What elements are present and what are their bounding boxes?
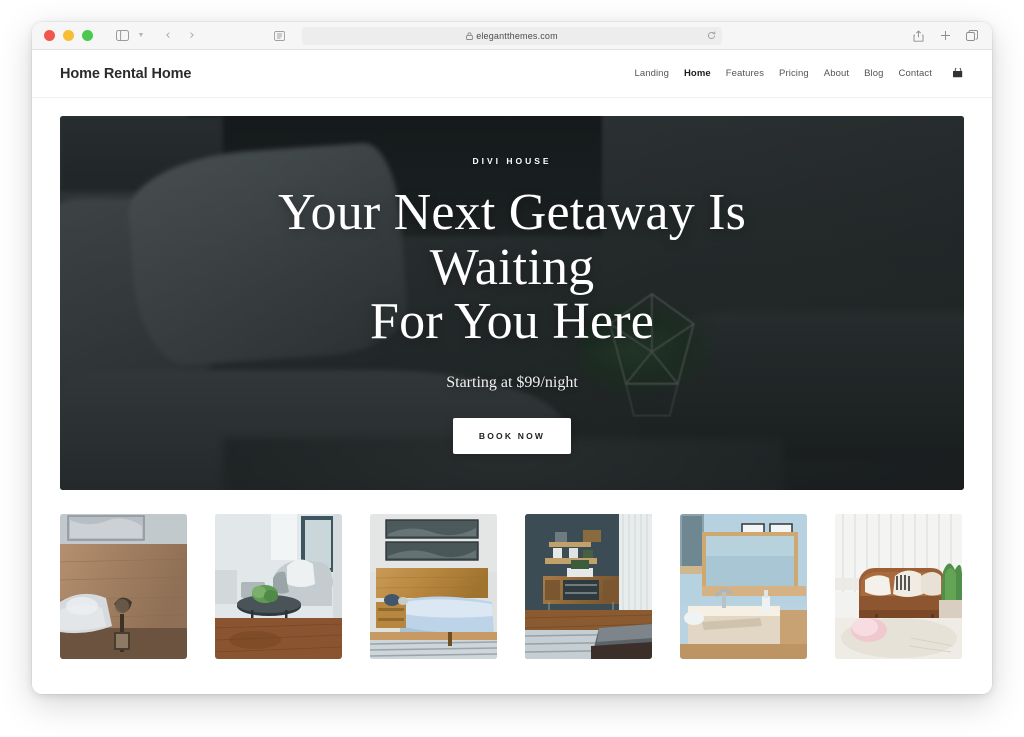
plus-icon[interactable]	[937, 26, 953, 46]
hero-subtitle: Starting at $99/night	[446, 373, 578, 391]
thumbnail-image-dark-wall-credenza	[525, 514, 652, 659]
reader-view-icon[interactable]	[274, 30, 285, 41]
tab-overview-icon[interactable]	[964, 26, 980, 46]
address-bar-wrapper: elegantthemes.com	[274, 26, 722, 45]
share-icon[interactable]	[910, 26, 926, 46]
nav-item-contact[interactable]: Contact	[899, 68, 932, 79]
hero-title-line-1: Your Next Getaway Is Waiting	[277, 184, 747, 296]
address-input[interactable]: elegantthemes.com	[302, 26, 722, 45]
site-header: Home Rental Home Landing Home Features P…	[32, 50, 992, 98]
hero-content: DIVI HOUSE Your Next Getaway Is Waiting …	[60, 116, 964, 490]
nav-item-features[interactable]: Features	[726, 68, 764, 79]
thumbnail-image-bathroom-sink	[680, 514, 807, 659]
browser-window: ▼ ‹ › elegantthemes.com Home Rental Home…	[32, 22, 992, 694]
gallery-item-4[interactable]	[525, 514, 652, 659]
sidebar-toggle-icon[interactable]	[111, 26, 133, 46]
hero-title: Your Next Getaway Is Waiting For You Her…	[202, 184, 822, 351]
window-controls	[44, 30, 93, 41]
browser-toolbar: ▼ ‹ › elegantthemes.com	[32, 22, 992, 50]
back-arrow-icon[interactable]: ‹	[159, 26, 177, 46]
nav-arrows: ‹ ›	[159, 26, 201, 46]
hero-title-line-2: For You Here	[369, 293, 655, 351]
site-logo[interactable]: Home Rental Home	[60, 66, 191, 82]
reload-icon[interactable]	[707, 31, 716, 40]
gallery-item-6[interactable]	[835, 514, 962, 659]
gallery-item-2[interactable]	[215, 514, 342, 659]
nav-item-home[interactable]: Home	[684, 68, 711, 79]
nav-item-blog[interactable]: Blog	[864, 68, 883, 79]
gallery-item-5[interactable]	[680, 514, 807, 659]
hero-section: DIVI HOUSE Your Next Getaway Is Waiting …	[60, 116, 964, 490]
page-viewport: Home Rental Home Landing Home Features P…	[32, 50, 992, 694]
lock-icon	[466, 31, 474, 40]
thumbnail-image-bedroom-headboard	[60, 514, 187, 659]
maximize-button[interactable]	[82, 30, 93, 41]
address-text: elegantthemes.com	[476, 30, 558, 41]
thumbnail-image-wooden-bed	[370, 514, 497, 659]
nav-item-about[interactable]: About	[824, 68, 849, 79]
hero-eyebrow: DIVI HOUSE	[472, 156, 552, 167]
address-content: elegantthemes.com	[466, 31, 558, 41]
gallery-item-1[interactable]	[60, 514, 187, 659]
chevron-down-icon[interactable]: ▼	[135, 26, 147, 46]
book-now-button[interactable]: BOOK NOW	[452, 417, 572, 454]
thumbnail-image-leather-sofa	[835, 514, 962, 659]
nav-item-landing[interactable]: Landing	[634, 68, 669, 79]
toolbar-right-group	[910, 26, 980, 46]
close-button[interactable]	[44, 30, 55, 41]
toolbar-left-group: ▼ ‹ ›	[111, 26, 201, 46]
thumbnail-image-living-room-armchair	[215, 514, 342, 659]
forward-arrow-icon[interactable]: ›	[183, 26, 201, 46]
main-navigation: Landing Home Features Pricing About Blog…	[634, 68, 964, 79]
nav-item-pricing[interactable]: Pricing	[779, 68, 809, 79]
gallery-item-3[interactable]	[370, 514, 497, 659]
minimize-button[interactable]	[63, 30, 74, 41]
shopping-cart-icon[interactable]	[952, 68, 964, 79]
thumbnail-gallery	[32, 490, 992, 659]
